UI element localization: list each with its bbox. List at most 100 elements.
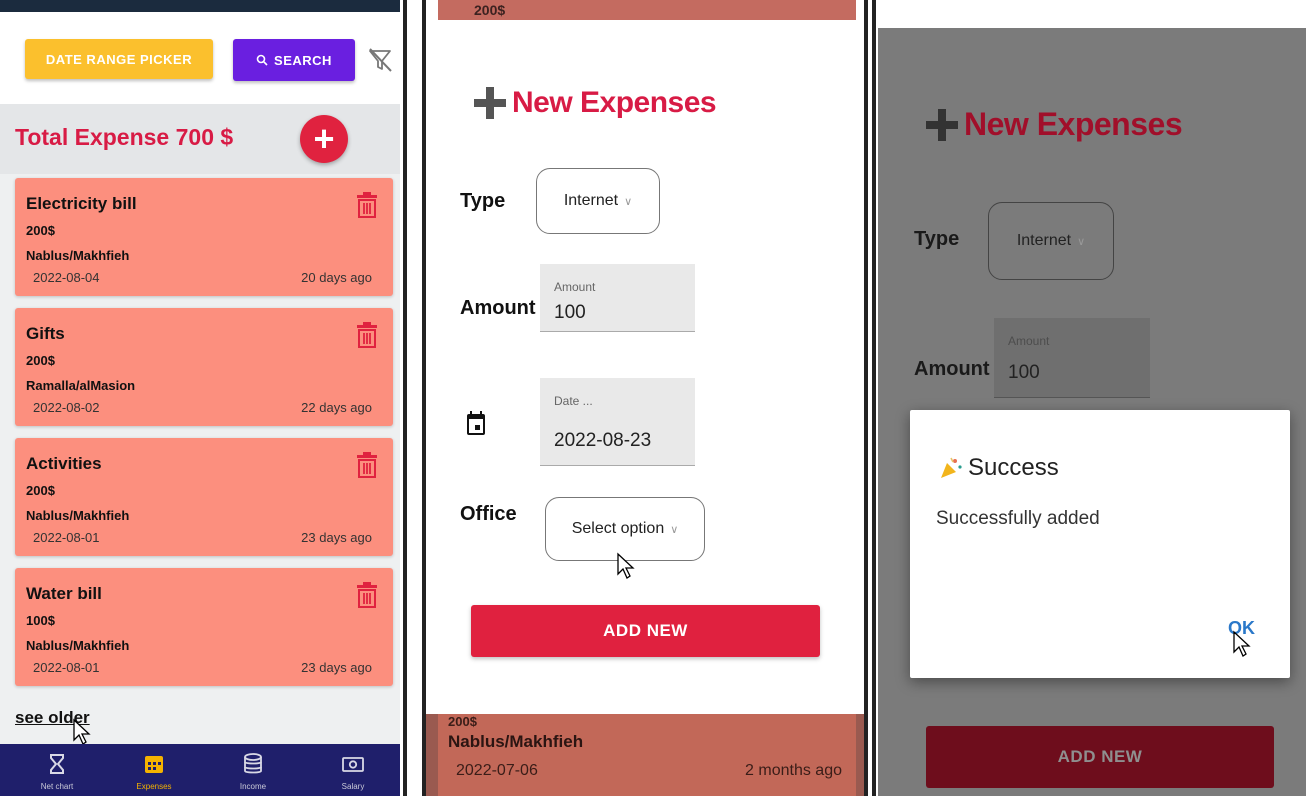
- nav-item-salary[interactable]: Salary: [313, 744, 393, 796]
- expense-card[interactable]: Gifts 200$ Ramalla/alMasion 2022-08-02 2…: [15, 308, 393, 426]
- dialog-title: New Expenses: [512, 86, 717, 119]
- search-icon: [256, 54, 268, 66]
- expense-location: Nablus/Makhfieh: [26, 248, 130, 263]
- success-title: Success: [938, 454, 1059, 482]
- search-button-label: SEARCH: [274, 52, 332, 68]
- expense-amount: 100$: [26, 613, 55, 628]
- expense-title: Activities: [26, 454, 102, 473]
- background-card-amount: 200$: [474, 2, 506, 18]
- panel-divider: [864, 0, 868, 796]
- add-expense-button[interactable]: +: [300, 115, 348, 163]
- expense-relative-time: 23 days ago: [301, 530, 372, 545]
- nav-label: Income: [239, 782, 267, 791]
- type-dropdown-value: Internet: [1016, 232, 1072, 249]
- success-alert: Success Successfully added OK: [910, 410, 1290, 678]
- party-popper-icon: [941, 457, 962, 478]
- calendar-icon[interactable]: [466, 410, 486, 436]
- expense-location: Nablus/Makhfieh: [26, 508, 130, 523]
- type-dropdown-value: Internet: [563, 192, 619, 209]
- trash-icon[interactable]: [354, 451, 380, 479]
- expense-title: Water bill: [26, 584, 102, 603]
- type-dropdown[interactable]: Internet ∨: [988, 202, 1114, 280]
- add-new-button[interactable]: ADD NEW: [471, 605, 820, 657]
- office-label: Office: [460, 503, 517, 525]
- trash-icon[interactable]: [354, 321, 380, 349]
- amount-input[interactable]: Amount 100: [994, 318, 1150, 398]
- chevron-down-icon: ∨: [624, 195, 633, 208]
- mouse-cursor-icon: [1233, 630, 1251, 657]
- background-card-relative-time: 2 months ago: [745, 762, 842, 779]
- success-title-text: Success: [968, 454, 1059, 481]
- expense-amount: 200$: [26, 483, 55, 498]
- type-dropdown[interactable]: Internet ∨: [536, 168, 660, 234]
- database-icon: [244, 753, 262, 774]
- expense-title: Gifts: [26, 324, 65, 343]
- trash-icon[interactable]: [354, 581, 380, 609]
- new-expense-dialog-screen: 200$ New Expenses Type Internet ∨ Amount…: [426, 0, 864, 796]
- success-message: Successfully added: [936, 508, 1100, 529]
- nav-label: Net chart: [40, 782, 74, 791]
- nav-item-expenses[interactable]: Expenses: [114, 744, 194, 796]
- amount-label: Amount: [460, 297, 536, 319]
- total-expense-label: Total Expense 700 $: [15, 124, 234, 150]
- trash-icon[interactable]: [354, 191, 380, 219]
- expense-relative-time: 20 days ago: [301, 270, 372, 285]
- date-range-picker-button[interactable]: DATE RANGE PICKER: [25, 39, 213, 79]
- dialog-header: New Expenses: [474, 86, 717, 120]
- expense-card[interactable]: Electricity bill 200$ Nablus/Makhfieh 20…: [15, 178, 393, 296]
- panel-top-gap: [878, 0, 1306, 28]
- plus-icon: [474, 87, 506, 119]
- nav-label: Salary: [341, 782, 365, 791]
- add-new-button[interactable]: ADD NEW: [926, 726, 1274, 788]
- status-strip: [0, 0, 400, 12]
- type-label: Type: [460, 190, 506, 212]
- background-card-peek: 200$: [438, 0, 856, 20]
- panel-divider: [403, 0, 407, 796]
- hourglass-icon: [50, 754, 64, 774]
- chevron-down-icon: ∨: [670, 523, 679, 536]
- filter-off-icon[interactable]: [366, 46, 394, 74]
- type-label: Type: [914, 228, 960, 250]
- expense-location: Nablus/Makhfieh: [26, 638, 130, 653]
- nav-item-income[interactable]: Income: [213, 744, 293, 796]
- expense-card[interactable]: Water bill 100$ Nablus/Makhfieh 2022-08-…: [15, 568, 393, 686]
- office-dropdown-value: Select option: [571, 520, 665, 537]
- plus-icon: [926, 108, 958, 141]
- nav-label: Expenses: [136, 782, 172, 791]
- date-value: 2022-08-23: [554, 430, 652, 451]
- money-icon: [342, 757, 364, 772]
- mouse-cursor-icon: [73, 718, 91, 745]
- expense-card[interactable]: Activities 200$ Nablus/Makhfieh 2022-08-…: [15, 438, 393, 556]
- search-button[interactable]: SEARCH: [233, 39, 355, 81]
- dialog-header: New Expenses: [926, 106, 1183, 143]
- mouse-cursor-icon: [617, 552, 635, 579]
- amount-placeholder: Amount: [1008, 334, 1050, 348]
- expense-amount: 200$: [26, 223, 55, 238]
- amount-value: 100: [1008, 362, 1040, 383]
- expense-title: Electricity bill: [26, 194, 137, 213]
- expense-date: 2022-08-02: [33, 400, 100, 415]
- chevron-down-icon: ∨: [1077, 235, 1086, 248]
- nav-item-net-chart[interactable]: Net chart: [17, 744, 97, 796]
- expenses-list-screen: DATE RANGE PICKER SEARCH Total Expense 7…: [0, 0, 400, 796]
- amount-input[interactable]: Amount 100: [540, 264, 695, 332]
- amount-value: 100: [554, 302, 586, 323]
- date-placeholder: Date ...: [554, 394, 593, 408]
- background-card-amount: 200$: [448, 714, 477, 729]
- expense-date: 2022-08-04: [33, 270, 100, 285]
- amount-placeholder: Amount: [554, 280, 596, 294]
- calendar-icon: [145, 756, 163, 773]
- background-card-date: 2022-07-06: [456, 762, 538, 779]
- success-dialog-screen: New Expenses Type Internet ∨ Amount Amou…: [878, 28, 1306, 796]
- amount-label: Amount: [914, 358, 990, 380]
- bottom-navigation: Net chart Expenses Income Salary: [0, 744, 400, 796]
- expense-relative-time: 23 days ago: [301, 660, 372, 675]
- expense-relative-time: 22 days ago: [301, 400, 372, 415]
- expense-date: 2022-08-01: [33, 530, 100, 545]
- dialog-title: New Expenses: [964, 106, 1183, 142]
- panel-divider: [872, 0, 876, 796]
- expense-amount: 200$: [26, 353, 55, 368]
- date-input[interactable]: Date ... 2022-08-23: [540, 378, 695, 466]
- background-expense-card: 200$ Nablus/Makhfieh 2022-07-06 2 months…: [438, 714, 856, 796]
- expense-date: 2022-08-01: [33, 660, 100, 675]
